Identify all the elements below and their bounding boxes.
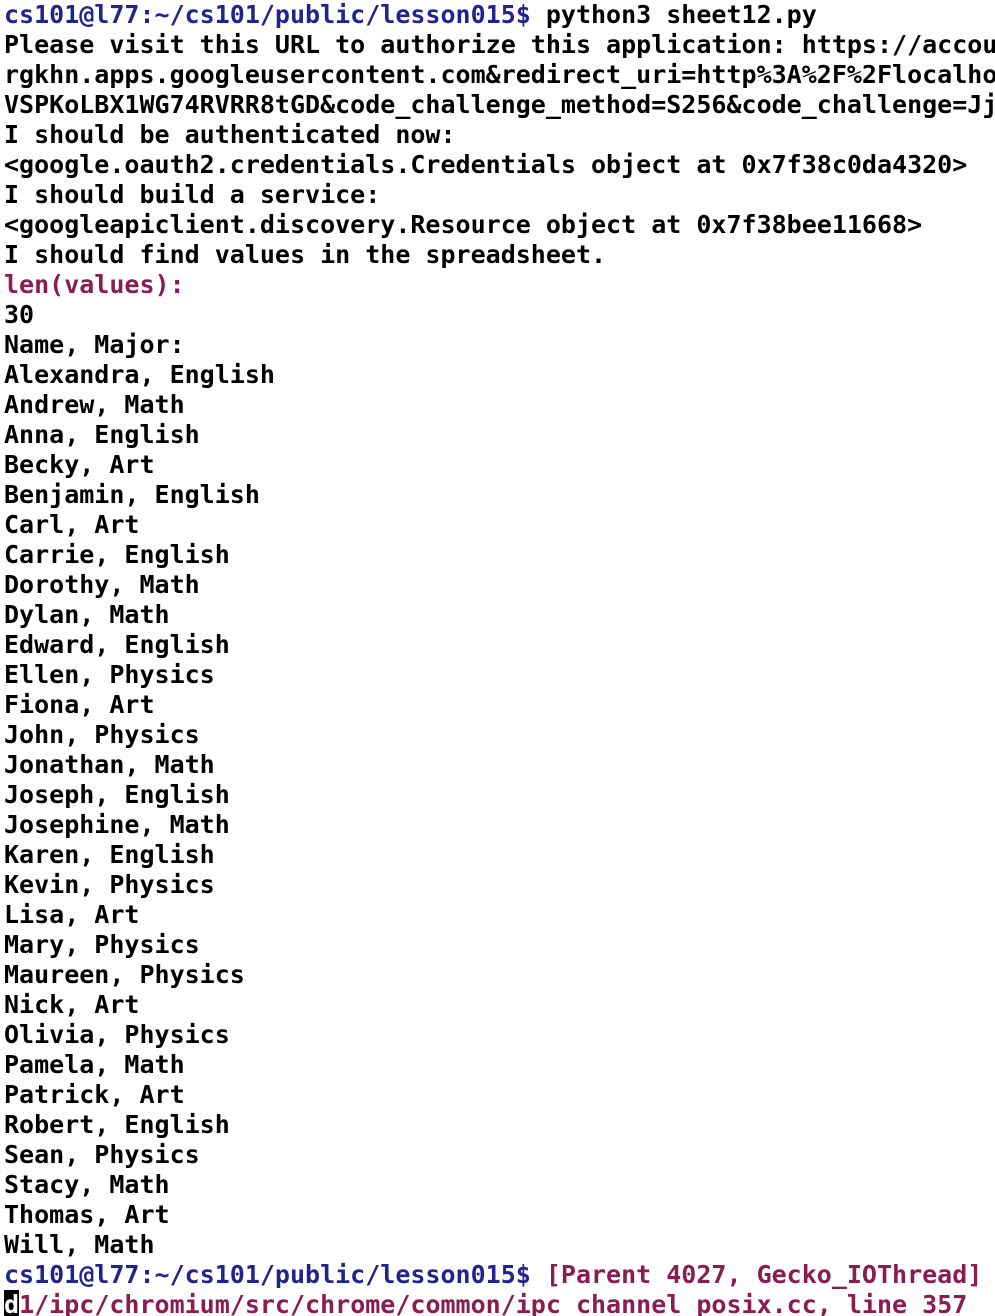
output-row: Robert, English	[4, 1110, 230, 1139]
command-text: python3 sheet12.py	[530, 0, 817, 29]
output-row: Kevin, Physics	[4, 870, 215, 899]
output-row: Alexandra, English	[4, 360, 275, 389]
build-service-message: I should build a service:	[4, 180, 381, 209]
shell-prompt-final: cs101@l77:~/cs101/public/lesson015$	[4, 1260, 531, 1289]
credentials-object-line: <google.oauth2.credentials.Credentials o…	[4, 150, 968, 179]
len-values-count: 30	[4, 300, 35, 329]
output-row: Benjamin, English	[4, 480, 260, 509]
resource-object-line: <googleapiclient.discovery.Resource obje…	[4, 210, 923, 239]
output-rows: Alexandra, English Andrew, Math Anna, Engl…	[0, 360, 995, 1260]
output-row: Nick, Art	[4, 990, 140, 1019]
output-row: Josephine, Math	[4, 810, 230, 839]
output-row: Joseph, English	[4, 780, 230, 809]
authenticated-message: I should be authenticated now:	[4, 120, 456, 149]
output-row: Jonathan, Math	[4, 750, 215, 779]
output-row: Olivia, Physics	[4, 1020, 230, 1049]
output-row: Mary, Physics	[4, 930, 200, 959]
output-row: Karen, English	[4, 840, 215, 869]
output-row: Thomas, Art	[4, 1200, 170, 1229]
find-values-message: I should find values in the spreadsheet.	[4, 240, 607, 269]
output-row: Becky, Art	[4, 450, 155, 479]
gecko-error-line-2: d1/ipc/chromium/src/chrome/common/ipc_ch…	[0, 1290, 995, 1316]
auth-url-line-2: rgkhn.apps.googleusercontent.com&redirec…	[4, 60, 995, 89]
terminal-cursor: d	[4, 1290, 20, 1316]
terminal-window[interactable]: cs101@l77:~/cs101/public/lesson015$ pyth…	[0, 0, 995, 1316]
gecko-error-message: [Parent 4027, Gecko_IOThread]	[530, 1260, 995, 1289]
output-row: Lisa, Art	[4, 900, 140, 929]
output-row: Dylan, Math	[4, 600, 170, 629]
output-row: Edward, English	[4, 630, 230, 659]
output-header: Name, Major:	[4, 330, 185, 359]
output-row: Ellen, Physics	[4, 660, 215, 689]
output-row: Stacy, Math	[4, 1170, 170, 1199]
output-row: Dorothy, Math	[4, 570, 200, 599]
output-row: Anna, English	[4, 420, 200, 449]
output-row: Maureen, Physics	[4, 960, 245, 989]
output-row: Carl, Art	[4, 510, 140, 539]
output-row: John, Physics	[4, 720, 200, 749]
len-values-label: len(values):	[4, 270, 185, 299]
output-row: Sean, Physics	[4, 1140, 200, 1169]
output-row: Carrie, English	[4, 540, 230, 569]
auth-url-line-3: VSPKoLBX1WG74RVRR8tGD&code_challenge_met…	[4, 90, 995, 119]
output-row: Andrew, Math	[4, 390, 185, 419]
command-line: cs101@l77:~/cs101/public/lesson015$ pyth…	[0, 0, 995, 30]
output-row: Pamela, Math	[4, 1050, 185, 1079]
output-row: Will, Math	[4, 1230, 155, 1259]
auth-url-line-1: Please visit this URL to authorize this …	[4, 30, 995, 59]
final-prompt-line: cs101@l77:~/cs101/public/lesson015$ [Par…	[0, 1260, 995, 1290]
output-row: Patrick, Art	[4, 1080, 185, 1109]
gecko-error-path: 1/ipc/chromium/src/chrome/common/ipc_cha…	[19, 1290, 968, 1316]
shell-prompt: cs101@l77:~/cs101/public/lesson015$	[4, 0, 531, 29]
output-row: Fiona, Art	[4, 690, 155, 719]
